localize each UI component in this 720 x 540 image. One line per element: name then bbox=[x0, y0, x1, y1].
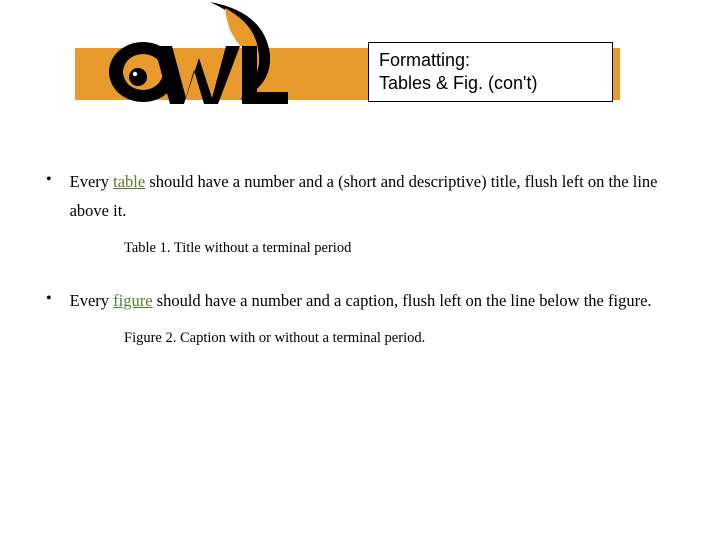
bullet-item: • Every table should have a number and a… bbox=[40, 168, 690, 226]
bullet-pre: Every bbox=[70, 172, 114, 191]
bullet-post: should have a number and a (short and de… bbox=[70, 172, 658, 220]
bullet-marker: • bbox=[46, 291, 52, 307]
example-text: Figure 2. Caption with or without a term… bbox=[124, 330, 690, 347]
owl-logo bbox=[90, 0, 320, 120]
slide-title-line2: Tables & Fig. (con't) bbox=[379, 72, 602, 95]
example-text: Table 1. Title without a terminal period bbox=[124, 240, 690, 257]
slide-title-line1: Formatting: bbox=[379, 49, 602, 72]
slide-title-box: Formatting: Tables & Fig. (con't) bbox=[368, 42, 613, 102]
bullet-keyword: table bbox=[113, 172, 145, 191]
bullet-item: • Every figure should have a number and … bbox=[40, 287, 690, 316]
bullet-keyword: figure bbox=[113, 291, 152, 310]
bullet-marker: • bbox=[46, 172, 52, 188]
bullet-text: Every table should have a number and a (… bbox=[70, 168, 690, 226]
bullet-pre: Every bbox=[70, 291, 114, 310]
bullet-post: should have a number and a caption, flus… bbox=[153, 291, 652, 310]
bullet-text: Every figure should have a number and a … bbox=[70, 287, 690, 316]
slide-body: • Every table should have a number and a… bbox=[40, 168, 690, 377]
